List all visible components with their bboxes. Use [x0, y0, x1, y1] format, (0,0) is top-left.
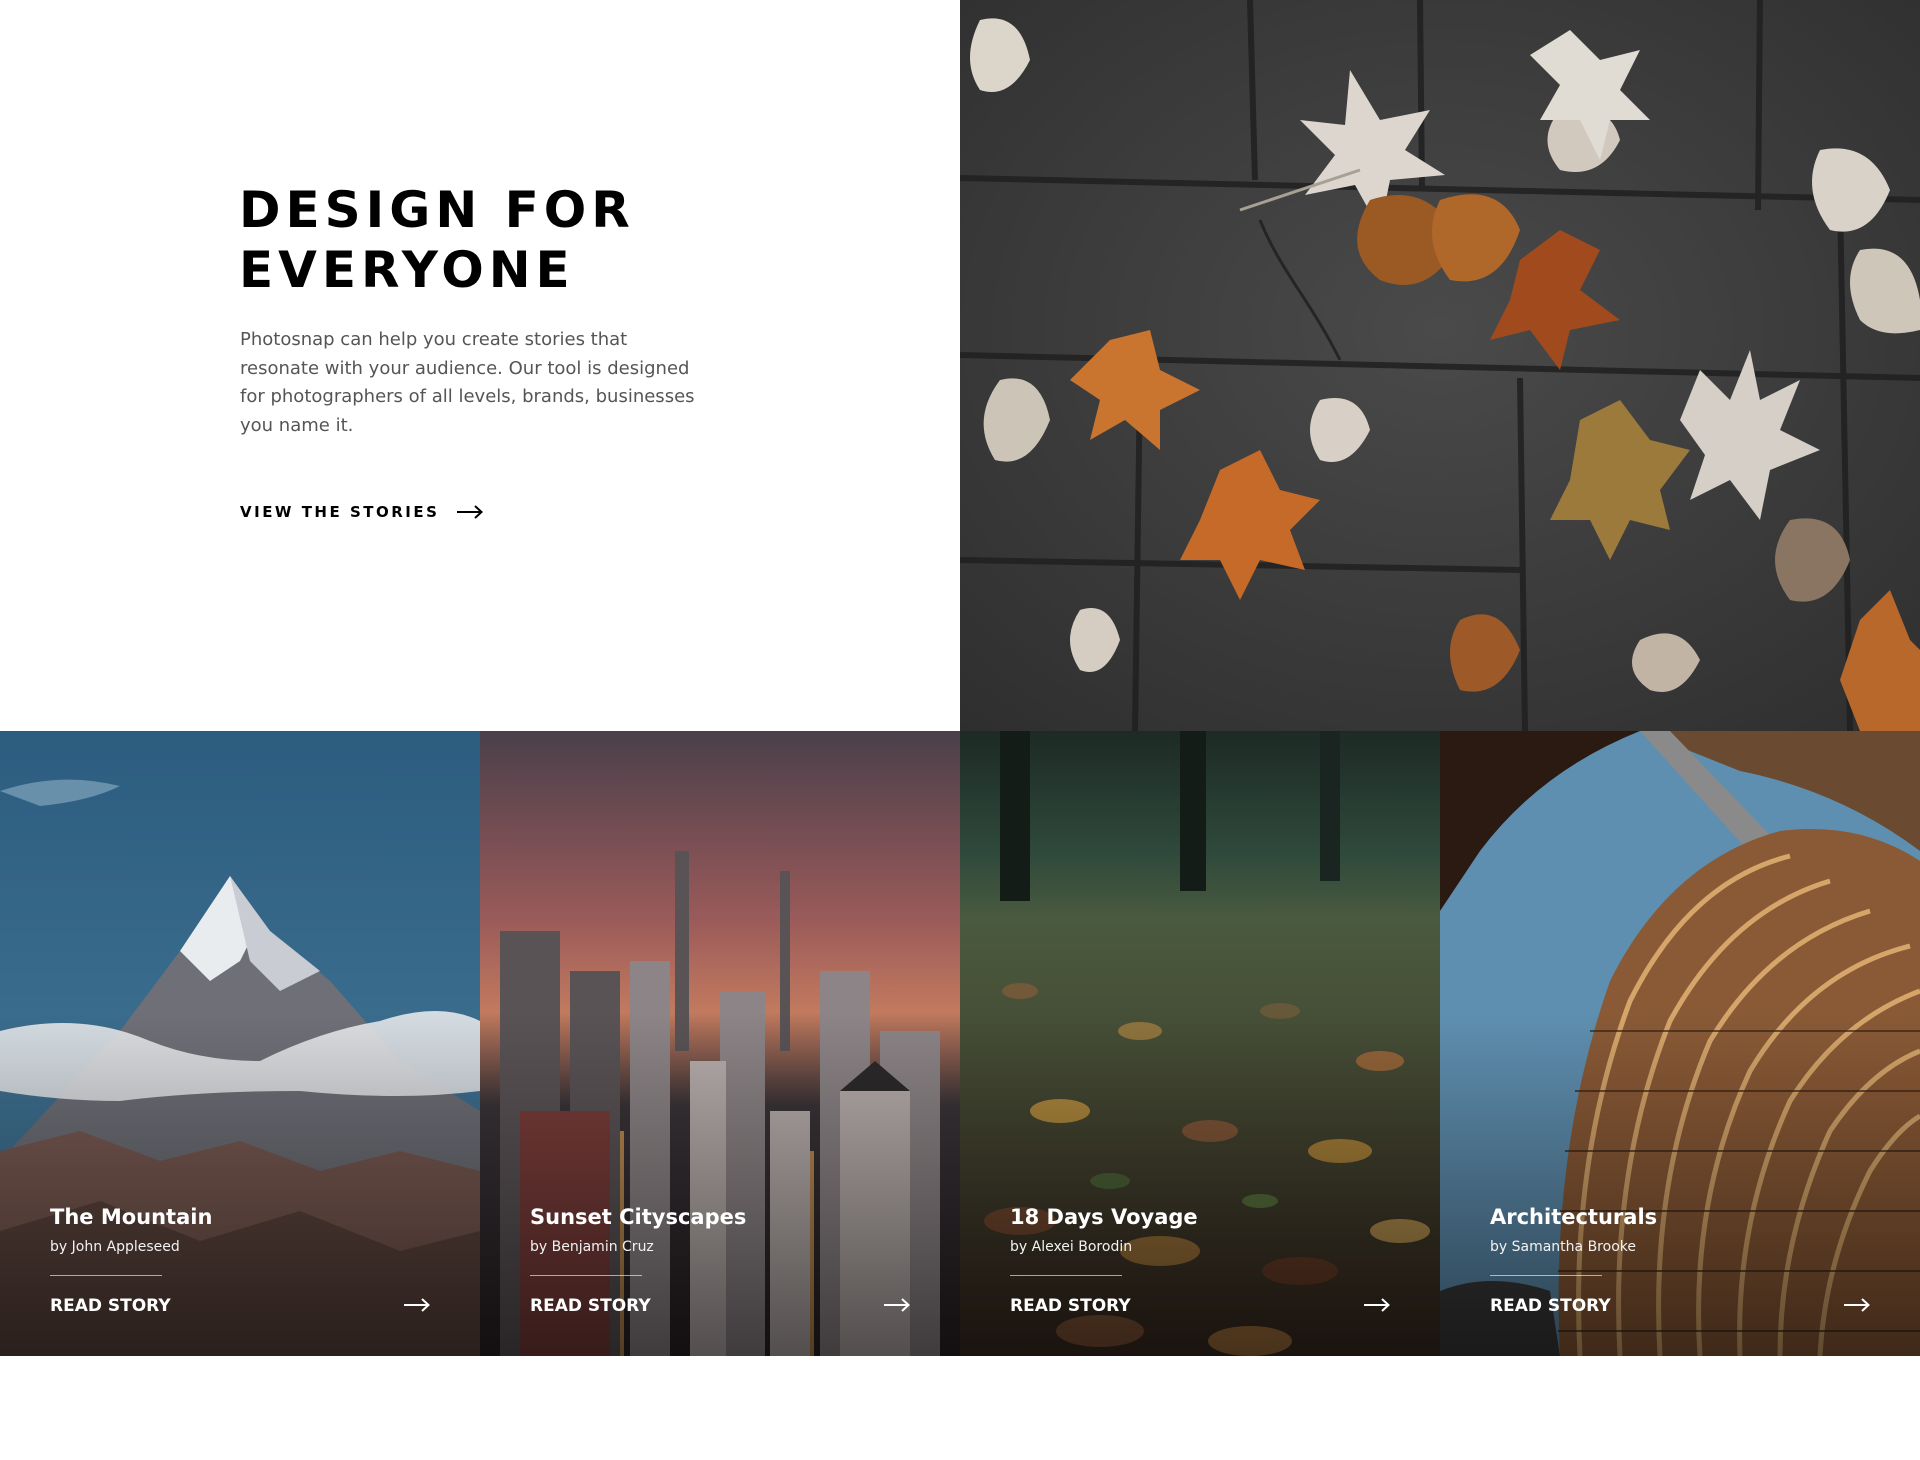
story-card-content: The Mountain by John Appleseed READ STOR…: [50, 1203, 430, 1316]
story-card-18-days-voyage[interactable]: 18 Days Voyage by Alexei Borodin READ ST…: [960, 731, 1440, 1356]
read-story-label: READ STORY: [1490, 1296, 1611, 1316]
story-author: by John Appleseed: [50, 1239, 180, 1255]
arrow-right-icon: [1364, 1297, 1390, 1316]
view-stories-link[interactable]: VIEW THE STORIES: [240, 503, 484, 521]
read-story-label: READ STORY: [530, 1296, 651, 1316]
hero-title: DESIGN FOR EVERYONE: [239, 181, 635, 299]
story-title: 18 Days Voyage: [1010, 1205, 1198, 1229]
read-story-link[interactable]: READ STORY: [50, 1296, 430, 1316]
story-author: by Alexei Borodin: [1010, 1239, 1133, 1255]
story-title: The Mountain: [50, 1205, 213, 1229]
story-title: Sunset Cityscapes: [530, 1205, 747, 1229]
story-card-sunset-cityscapes[interactable]: Sunset Cityscapes by Benjamin Cruz READ …: [480, 731, 960, 1356]
read-story-label: READ STORY: [1010, 1296, 1131, 1316]
story-card-architecturals[interactable]: Architecturals by Samantha Brooke READ S…: [1440, 731, 1920, 1356]
story-divider: [1490, 1275, 1602, 1276]
story-title: Architecturals: [1490, 1205, 1658, 1229]
story-divider: [530, 1275, 642, 1276]
view-stories-label: VIEW THE STORIES: [240, 503, 440, 521]
page: DESIGN FOR EVERYONE Photosnap can help y…: [0, 0, 1920, 1460]
story-author: by Benjamin Cruz: [530, 1239, 654, 1255]
read-story-link[interactable]: READ STORY: [530, 1296, 910, 1316]
hero-text-panel: DESIGN FOR EVERYONE Photosnap can help y…: [0, 0, 960, 731]
hero-description: Photosnap can help you create stories th…: [240, 329, 695, 436]
story-divider: [1010, 1275, 1122, 1276]
story-card-content: Architecturals by Samantha Brooke READ S…: [1490, 1203, 1870, 1316]
story-card-the-mountain[interactable]: The Mountain by John Appleseed READ STOR…: [0, 731, 480, 1356]
stories-grid: The Mountain by John Appleseed READ STOR…: [0, 731, 1920, 1356]
arrow-right-icon: [404, 1297, 430, 1316]
arrow-right-icon: [457, 505, 484, 519]
story-card-content: Sunset Cityscapes by Benjamin Cruz READ …: [530, 1203, 910, 1316]
hero-section: DESIGN FOR EVERYONE Photosnap can help y…: [0, 0, 1920, 731]
arrow-right-icon: [1844, 1297, 1870, 1316]
arrow-right-icon: [884, 1297, 910, 1316]
story-card-content: 18 Days Voyage by Alexei Borodin READ ST…: [1010, 1203, 1390, 1316]
story-divider: [50, 1275, 162, 1276]
story-author: by Samantha Brooke: [1490, 1239, 1636, 1255]
read-story-link[interactable]: READ STORY: [1490, 1296, 1870, 1316]
hero-image-autumn-leaves: [960, 0, 1920, 731]
read-story-link[interactable]: READ STORY: [1010, 1296, 1390, 1316]
read-story-label: READ STORY: [50, 1296, 171, 1316]
